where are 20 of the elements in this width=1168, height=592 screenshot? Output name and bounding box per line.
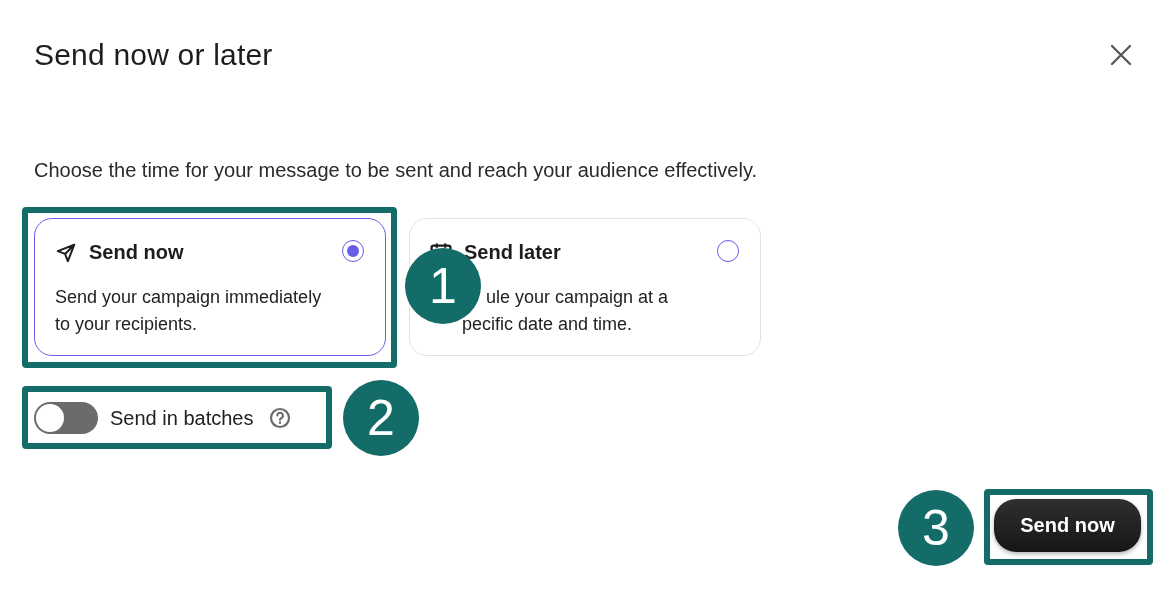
send-icon (55, 241, 77, 264)
calendar-icon (430, 242, 452, 250)
step-badge: 2 (343, 380, 419, 456)
send-now-button[interactable]: Send now (994, 499, 1141, 552)
option-description: pecific date and time. (462, 313, 633, 336)
toggle-label: Send in batches (110, 406, 254, 430)
close-icon[interactable] (1110, 44, 1132, 66)
radio-button[interactable] (717, 240, 739, 262)
dialog-description: Choose the time for your message to be sent and reach your audience effectively. (34, 159, 758, 182)
step-badge: 3 (898, 490, 974, 566)
option-description: to your recipients. (55, 313, 198, 336)
toggle-switch[interactable] (34, 402, 98, 434)
option-description: Send your campaign immediately (55, 286, 322, 309)
dialog-title: Send now or later (34, 38, 273, 72)
radio-button[interactable] (342, 240, 364, 262)
option-description: ule your campaign at a (486, 286, 669, 309)
option-title: Send now (89, 241, 184, 264)
option-card[interactable]: Send now Send your campaign immediately to your recipients. (34, 218, 386, 356)
option-title: Send later (464, 241, 561, 264)
help-icon[interactable] (269, 407, 292, 429)
